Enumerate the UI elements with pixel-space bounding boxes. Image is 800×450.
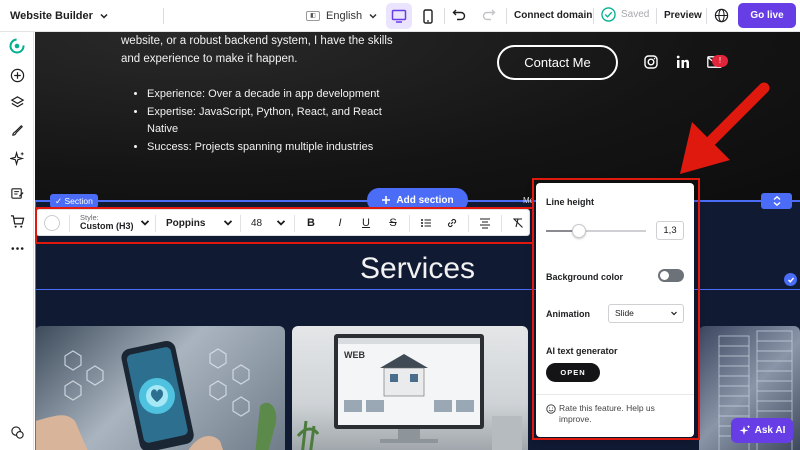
web-design-illustration: WEB (296, 334, 522, 450)
ai-logo-icon (9, 38, 25, 54)
chevron-up-down-icon (773, 195, 780, 207)
chevron-down-icon (369, 13, 377, 19)
saved-label: Saved (621, 9, 650, 20)
chevron-down-icon (100, 13, 108, 19)
list-item: Expertise: JavaScript, Python, React, an… (147, 104, 425, 122)
help-button[interactable] (9, 424, 25, 440)
paintbrush-icon (11, 124, 23, 136)
shopping-cart-icon (10, 214, 24, 228)
svg-text:WEB: WEB (344, 350, 365, 360)
add-element-button[interactable] (9, 67, 25, 83)
divider (706, 8, 707, 24)
store-button[interactable] (9, 213, 25, 229)
sparkle-icon (9, 150, 24, 166)
annotation-highlight-box (532, 178, 700, 440)
redo-icon (482, 9, 496, 21)
layers-icon (10, 95, 24, 107)
instagram-link[interactable] (644, 55, 658, 74)
instagram-icon (644, 55, 658, 69)
annotation-arrow (680, 82, 770, 174)
top-bar: Website Builder ◧ English Connect domain… (0, 0, 800, 32)
hero-line: and experience to make it happen. (121, 53, 298, 65)
left-sidebar (0, 32, 34, 450)
desktop-icon (391, 9, 407, 23)
divider (656, 8, 657, 24)
app-title: Website Builder (10, 9, 93, 22)
help-icon (10, 425, 24, 439)
undo-button[interactable] (452, 8, 466, 27)
globe-icon (714, 8, 729, 23)
notification-badge: ! (712, 55, 728, 67)
list-item: Success: Projects spanning multiple indu… (147, 139, 425, 157)
saved-status: Saved (601, 7, 649, 22)
linkedin-link[interactable] (676, 55, 690, 74)
desktop-view-button[interactable] (386, 3, 412, 29)
smartphone-illustration (35, 340, 277, 450)
annotation-highlight-box (35, 207, 534, 244)
hero-bullet-list[interactable]: Experience: Over a decade in app develop… (135, 86, 425, 156)
divider (593, 8, 594, 24)
ai-tools-button[interactable] (9, 150, 25, 166)
list-item: Experience: Over a decade in app develop… (147, 86, 425, 104)
layers-button[interactable] (9, 94, 25, 110)
more-dots-icon (11, 246, 23, 250)
preview-button[interactable]: Preview (664, 10, 702, 21)
section-reorder-button[interactable] (761, 193, 792, 209)
ai-assistant-button[interactable] (9, 38, 25, 54)
check-icon (787, 277, 794, 283)
styles-button[interactable] (9, 122, 25, 138)
list-item-continuation: Native (147, 123, 179, 135)
ask-ai-label: Ask AI (754, 425, 786, 436)
plus-icon (382, 196, 391, 204)
mobile-icon (423, 8, 433, 24)
selected-check-badge (784, 273, 797, 286)
mobile-view-button[interactable] (418, 3, 438, 29)
go-live-button[interactable]: Go live (738, 3, 796, 28)
divider (163, 8, 164, 24)
redo-button[interactable] (482, 8, 496, 27)
divider (444, 8, 445, 24)
ask-ai-button[interactable]: Ask AI (731, 418, 793, 443)
section-label-text: Section (64, 196, 93, 206)
check-circle-icon (601, 7, 616, 22)
contact-me-button[interactable]: Contact Me (497, 45, 618, 80)
service-card-image[interactable]: WEB (292, 326, 528, 450)
language-label: English (326, 10, 363, 22)
undo-icon (452, 9, 466, 21)
app-title-dropdown[interactable]: Website Builder (0, 10, 160, 22)
linkedin-icon (676, 55, 689, 68)
add-section-label: Add section (396, 194, 454, 206)
language-flag-icon: ◧ (306, 11, 320, 21)
more-button[interactable] (9, 240, 25, 256)
blog-button[interactable] (9, 185, 25, 201)
edit-document-icon (10, 187, 24, 199)
language-globe-button[interactable] (714, 8, 729, 28)
plus-circle-icon (10, 68, 24, 82)
hero-line: website, or a robust backend system, I h… (121, 35, 393, 47)
divider (506, 8, 507, 24)
sparkle-icon (739, 425, 750, 435)
connect-domain-button[interactable]: Connect domain (514, 10, 592, 21)
service-card-image[interactable] (35, 326, 285, 450)
hero-paragraph[interactable]: website, or a robust backend system, I h… (121, 32, 411, 68)
section-label[interactable]: ✓ Section (50, 194, 98, 208)
language-selector[interactable]: ◧ English (306, 0, 378, 32)
